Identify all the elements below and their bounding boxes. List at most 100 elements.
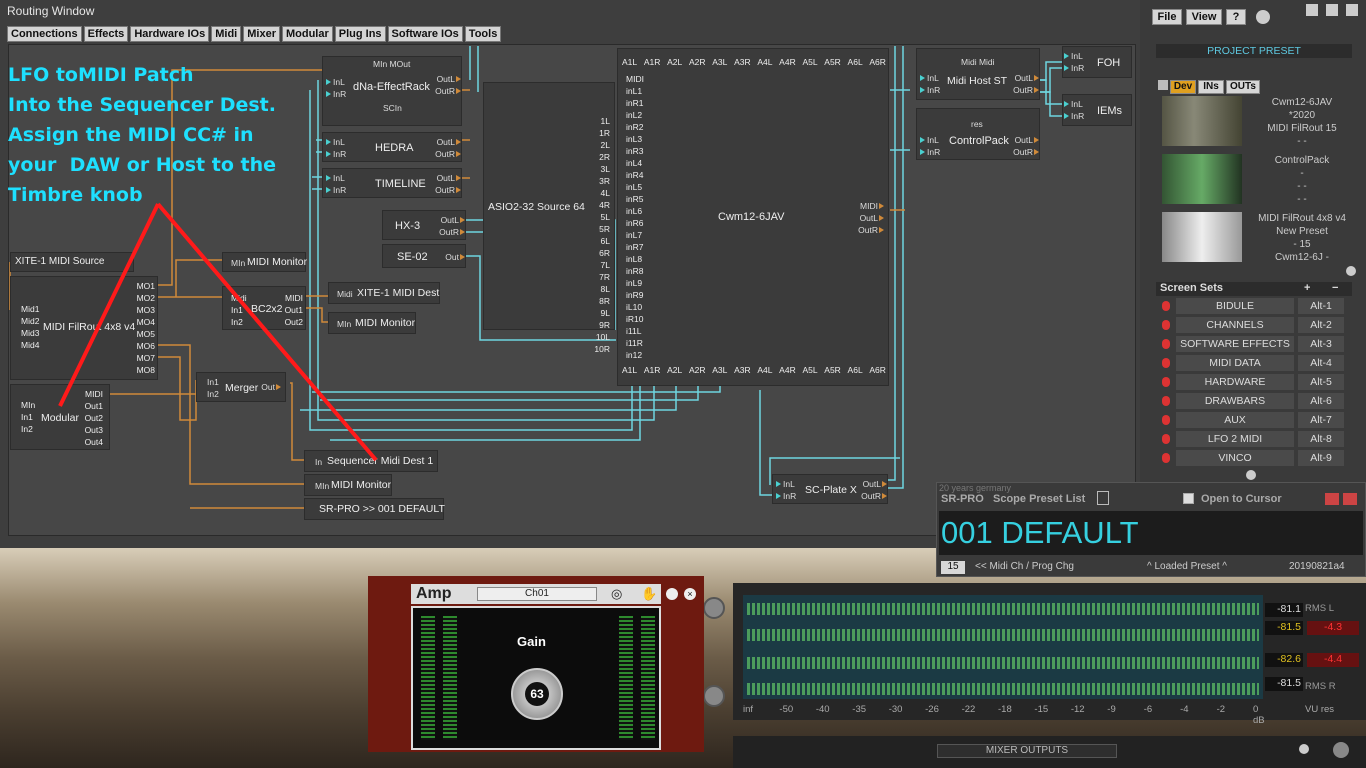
led-icon[interactable] [1162, 415, 1170, 425]
screen-set-row[interactable]: AUX Alt-7 [1158, 412, 1348, 429]
screen-set-row[interactable]: VINCO Alt-9 [1158, 450, 1348, 467]
scroll-icon[interactable] [1346, 266, 1356, 276]
rms-l-label: RMS L [1305, 603, 1335, 614]
close-icon[interactable] [1346, 4, 1358, 16]
screen-set-row[interactable]: LFO 2 MIDI Alt-8 [1158, 431, 1348, 448]
knob-icon[interactable] [703, 597, 725, 619]
screen-set-key[interactable]: Alt-2 [1298, 317, 1344, 333]
scale-tick[interactable]: -12 [1071, 704, 1085, 715]
screen-set-name[interactable]: MIDI DATA [1176, 355, 1294, 371]
tab-dev[interactable]: Dev [1170, 80, 1196, 94]
led-icon[interactable] [1162, 377, 1170, 387]
screen-set-name[interactable]: VINCO [1176, 450, 1294, 466]
scale-tick[interactable]: -15 [1034, 704, 1048, 715]
screen-set-name[interactable]: LFO 2 MIDI [1176, 431, 1294, 447]
scale-tick[interactable]: -22 [962, 704, 976, 715]
midi-channel-field[interactable]: 15 [941, 561, 965, 574]
gain-knob[interactable]: 63 [511, 668, 563, 720]
scope-preset-list[interactable]: Scope Preset List [993, 493, 1085, 505]
led-icon[interactable] [1162, 339, 1170, 349]
led-icon[interactable] [1162, 434, 1170, 444]
scroll-up-icon[interactable] [1256, 10, 1270, 24]
channel-field[interactable]: Ch01 [477, 587, 597, 601]
scale-tick[interactable]: inf [743, 704, 753, 715]
led-icon[interactable] [1162, 453, 1170, 463]
screen-set-row[interactable]: MIDI DATA Alt-4 [1158, 355, 1348, 372]
screen-set-name[interactable]: SOFTWARE EFFECTS [1176, 336, 1294, 352]
scale-tick[interactable]: -26 [925, 704, 939, 715]
screen-set-row[interactable]: HARDWARE Alt-5 [1158, 374, 1348, 391]
led-icon[interactable] [1162, 396, 1170, 406]
device-line: Cwm12-6JAV [1271, 97, 1333, 108]
minimize-icon[interactable] [666, 588, 678, 600]
help-menu[interactable]: ? [1226, 9, 1246, 25]
srpro-window: 20 years germany SR-PRO Scope Preset Lis… [936, 482, 1366, 577]
remove-icon[interactable]: − [1332, 282, 1338, 294]
add-icon[interactable]: + [1304, 282, 1310, 294]
minimize-icon[interactable] [1306, 4, 1318, 16]
screen-set-key[interactable]: Alt-4 [1298, 355, 1344, 371]
device-thumbnail[interactable] [1162, 96, 1242, 146]
screen-set-key[interactable]: Alt-9 [1298, 450, 1344, 466]
device-line: New Preset [1276, 226, 1328, 237]
knob-icon[interactable] [1333, 742, 1349, 758]
file-menu[interactable]: File [1152, 9, 1182, 25]
level-meter [619, 616, 633, 740]
screen-set-row[interactable]: SOFTWARE EFFECTS Alt-3 [1158, 336, 1348, 353]
led-icon[interactable] [1162, 358, 1170, 368]
panel-toggle-icon[interactable] [1158, 80, 1168, 90]
scale-tick[interactable]: 0 dB [1253, 704, 1265, 726]
led-icon[interactable] [1162, 320, 1170, 330]
open-to-cursor-checkbox[interactable] [1183, 493, 1194, 504]
vu-res-label[interactable]: VU res [1305, 704, 1334, 715]
maximize-icon[interactable] [1326, 4, 1338, 16]
screen-set-key[interactable]: Alt-6 [1298, 393, 1344, 409]
scale-tick[interactable]: -2 [1217, 704, 1225, 715]
peak-value: -4.3 [1307, 621, 1359, 635]
meter-bars [743, 595, 1263, 699]
scroll-down-icon[interactable] [1246, 470, 1256, 480]
screen-set-name[interactable]: HARDWARE [1176, 374, 1294, 390]
view-menu[interactable]: View [1186, 9, 1222, 25]
mixer-outputs-label: MIXER OUTPUTS [937, 744, 1117, 758]
minimize-icon[interactable] [1325, 493, 1339, 505]
screen-set-name[interactable]: DRAWBARS [1176, 393, 1294, 409]
tab-outs[interactable]: OUTs [1226, 80, 1260, 94]
amp-body: Gain 63 [411, 606, 661, 750]
screen-set-row[interactable]: DRAWBARS Alt-6 [1158, 393, 1348, 410]
tab-ins[interactable]: INs [1198, 80, 1224, 94]
gain-value: 63 [525, 682, 549, 706]
amp-plugin: Amp Ch01 ◎ ✋ × Gain 63 [368, 576, 704, 752]
device-thumbnail[interactable] [1162, 154, 1242, 204]
close-icon[interactable] [1343, 493, 1357, 505]
scale-tick[interactable]: -40 [816, 704, 830, 715]
scale-tick[interactable]: -50 [779, 704, 793, 715]
device-thumbnail[interactable] [1162, 212, 1242, 262]
scroll-icon[interactable] [1299, 744, 1309, 754]
scale-tick[interactable]: -18 [998, 704, 1012, 715]
screen-set-key[interactable]: Alt-7 [1298, 412, 1344, 428]
project-preset-label: PROJECT PRESET [1156, 44, 1352, 58]
screen-set-name[interactable]: CHANNELS [1176, 317, 1294, 333]
led-icon[interactable] [1162, 301, 1170, 311]
screen-set-row[interactable]: CHANNELS Alt-2 [1158, 317, 1348, 334]
scale-tick[interactable]: -9 [1107, 704, 1115, 715]
pin-icon[interactable]: ✋ [641, 586, 657, 602]
screen-set-key[interactable]: Alt-3 [1298, 336, 1344, 352]
scale-tick[interactable]: -6 [1144, 704, 1152, 715]
screen-set-name[interactable]: AUX [1176, 412, 1294, 428]
scale-tick[interactable]: -4 [1180, 704, 1188, 715]
scale-tick[interactable]: -35 [852, 704, 866, 715]
meter-bar [747, 657, 1259, 669]
screen-set-key[interactable]: Alt-8 [1298, 431, 1344, 447]
screen-set-key[interactable]: Alt-5 [1298, 374, 1344, 390]
close-icon[interactable]: × [684, 588, 696, 600]
screen-set-key[interactable]: Alt-1 [1298, 298, 1344, 314]
link-icon[interactable]: ◎ [611, 586, 622, 602]
list-icon[interactable] [1097, 491, 1109, 505]
screen-set-name[interactable]: BIDULE [1176, 298, 1294, 314]
screen-set-row[interactable]: BIDULE Alt-1 [1158, 298, 1348, 315]
knob-icon[interactable] [703, 685, 725, 707]
preset-date: 20190821a4 [1289, 561, 1345, 572]
scale-tick[interactable]: -30 [889, 704, 903, 715]
